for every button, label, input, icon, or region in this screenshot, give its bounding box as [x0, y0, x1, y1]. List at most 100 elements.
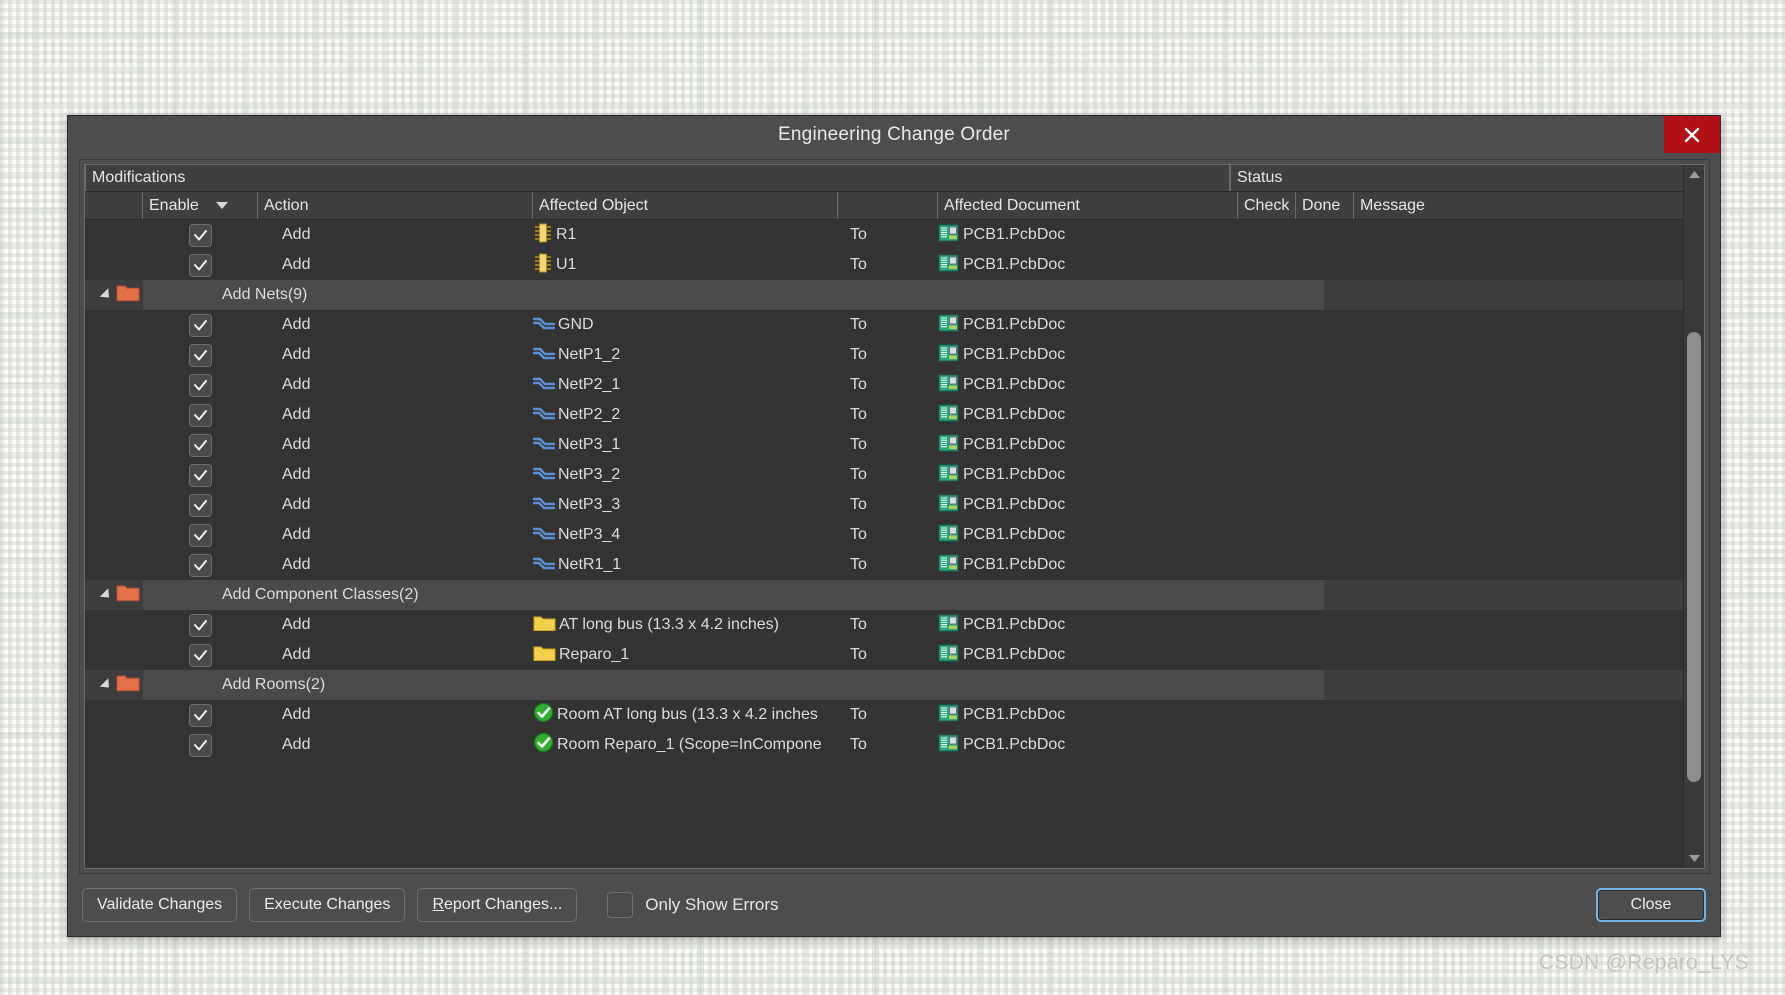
table-group-row[interactable]: Add Component Classes(2) — [85, 580, 1704, 610]
group-tree-toggle[interactable] — [85, 580, 143, 610]
table-group-row[interactable]: Add Nets(9) — [85, 280, 1704, 310]
table-row[interactable]: AddRoom AT long bus (13.3 x 4.2 inchesTo… — [85, 700, 1704, 730]
scrollbar-thumb[interactable] — [1687, 332, 1701, 782]
table-group-row[interactable]: Add Rooms(2) — [85, 670, 1704, 700]
room-green-check-icon — [533, 702, 554, 728]
table-row[interactable]: AddNetP3_1ToPCB1.PcbDoc — [85, 430, 1704, 460]
row-enable-cell[interactable] — [143, 400, 258, 430]
header-spacer-to[interactable] — [838, 192, 938, 219]
group-label: Add Component Classes(2) — [143, 586, 419, 604]
table-row[interactable]: AddNetP2_1ToPCB1.PcbDoc — [85, 370, 1704, 400]
enable-checkbox[interactable] — [189, 644, 212, 667]
pcb-document-icon — [938, 343, 960, 368]
row-enable-cell[interactable] — [143, 370, 258, 400]
enable-checkbox[interactable] — [189, 224, 212, 247]
header-tree-gutter — [85, 192, 143, 219]
table-row[interactable]: AddNetP3_4ToPCB1.PcbDoc — [85, 520, 1704, 550]
table-row[interactable]: AddNetR1_1ToPCB1.PcbDoc — [85, 550, 1704, 580]
header-affected-object[interactable]: Affected Object — [533, 192, 838, 219]
pcb-document-icon — [938, 733, 960, 758]
row-enable-cell[interactable] — [143, 550, 258, 580]
enable-checkbox[interactable] — [189, 524, 212, 547]
validate-changes-button[interactable]: Validate Changes — [82, 888, 237, 922]
row-affected-document: PCB1.PcbDoc — [938, 220, 1238, 250]
scrollbar-track[interactable] — [1684, 184, 1704, 849]
table-row[interactable]: AddAT long bus (13.3 x 4.2 inches)ToPCB1… — [85, 610, 1704, 640]
dialog-titlebar: Engineering Change Order — [68, 116, 1720, 154]
header-check[interactable]: Check — [1238, 192, 1296, 219]
close-window-button[interactable] — [1664, 116, 1720, 153]
only-show-errors-checkbox[interactable] — [607, 892, 633, 918]
row-enable-cell[interactable] — [143, 430, 258, 460]
row-enable-cell[interactable] — [143, 610, 258, 640]
table-row[interactable]: AddReparo_1ToPCB1.PcbDoc — [85, 640, 1704, 670]
enable-checkbox[interactable] — [189, 314, 212, 337]
scroll-down-button[interactable] — [1684, 849, 1704, 868]
enable-checkbox[interactable] — [189, 734, 212, 757]
table-row[interactable]: AddR1ToPCB1.PcbDoc — [85, 220, 1704, 250]
header-action[interactable]: Action — [258, 192, 533, 219]
header-affected-document[interactable]: Affected Document — [938, 192, 1238, 219]
row-tree-gutter — [85, 700, 143, 730]
row-to: To — [838, 310, 938, 340]
table-row[interactable]: AddNetP3_3ToPCB1.PcbDoc — [85, 490, 1704, 520]
group-tree-toggle[interactable] — [85, 280, 143, 310]
row-enable-cell[interactable] — [143, 490, 258, 520]
row-done — [1296, 370, 1354, 400]
row-to: To — [838, 430, 938, 460]
close-button[interactable]: Close — [1596, 888, 1706, 922]
vertical-scrollbar[interactable] — [1683, 165, 1704, 868]
collapse-triangle-icon[interactable] — [100, 288, 113, 301]
enable-checkbox[interactable] — [189, 434, 212, 457]
row-check — [1238, 610, 1296, 640]
enable-checkbox[interactable] — [189, 344, 212, 367]
collapse-triangle-icon[interactable] — [100, 588, 113, 601]
only-show-errors-label: Only Show Errors — [645, 895, 778, 915]
collapse-triangle-icon[interactable] — [100, 678, 113, 691]
pcb-document-icon — [938, 373, 960, 398]
execute-changes-button[interactable]: Execute Changes — [249, 888, 405, 922]
group-tree-toggle[interactable] — [85, 670, 143, 700]
only-show-errors-control[interactable]: Only Show Errors — [607, 892, 778, 918]
row-enable-cell[interactable] — [143, 520, 258, 550]
pcb-document-icon — [938, 433, 960, 458]
scroll-up-button[interactable] — [1684, 165, 1704, 184]
table-row[interactable]: AddGNDToPCB1.PcbDoc — [85, 310, 1704, 340]
enable-checkbox[interactable] — [189, 374, 212, 397]
row-enable-cell[interactable] — [143, 460, 258, 490]
table-row[interactable]: AddNetP3_2ToPCB1.PcbDoc — [85, 460, 1704, 490]
row-enable-cell[interactable] — [143, 730, 258, 760]
row-enable-cell[interactable] — [143, 220, 258, 250]
table-row[interactable]: AddRoom Reparo_1 (Scope=InComponeToPCB1.… — [85, 730, 1704, 760]
table-row[interactable]: AddNetP1_2ToPCB1.PcbDoc — [85, 340, 1704, 370]
enable-checkbox[interactable] — [189, 464, 212, 487]
row-affected-document-label: PCB1.PcbDoc — [963, 256, 1065, 274]
row-to: To — [838, 340, 938, 370]
header-done[interactable]: Done — [1296, 192, 1354, 219]
table-row[interactable]: AddU1ToPCB1.PcbDoc — [85, 250, 1704, 280]
row-enable-cell[interactable] — [143, 310, 258, 340]
enable-checkbox[interactable] — [189, 404, 212, 427]
net-icon — [533, 524, 555, 547]
row-affected-document-label: PCB1.PcbDoc — [963, 496, 1065, 514]
row-done — [1296, 640, 1354, 670]
row-enable-cell[interactable] — [143, 250, 258, 280]
enable-checkbox[interactable] — [189, 554, 212, 577]
report-changes-button[interactable]: Report Changes... — [417, 888, 577, 922]
enable-checkbox[interactable] — [189, 494, 212, 517]
enable-checkbox[interactable] — [189, 704, 212, 727]
header-enable[interactable]: Enable — [143, 192, 258, 219]
row-to: To — [838, 520, 938, 550]
row-action: Add — [258, 550, 533, 580]
row-enable-cell[interactable] — [143, 700, 258, 730]
row-enable-cell[interactable] — [143, 340, 258, 370]
row-enable-cell[interactable] — [143, 640, 258, 670]
table-row[interactable]: AddNetP2_2ToPCB1.PcbDoc — [85, 400, 1704, 430]
row-affected-document: PCB1.PcbDoc — [938, 460, 1238, 490]
enable-checkbox[interactable] — [189, 614, 212, 637]
header-message[interactable]: Message — [1354, 192, 1704, 219]
row-check — [1238, 550, 1296, 580]
net-icon — [533, 374, 555, 397]
enable-checkbox[interactable] — [189, 254, 212, 277]
sort-descending-icon[interactable] — [215, 197, 229, 215]
